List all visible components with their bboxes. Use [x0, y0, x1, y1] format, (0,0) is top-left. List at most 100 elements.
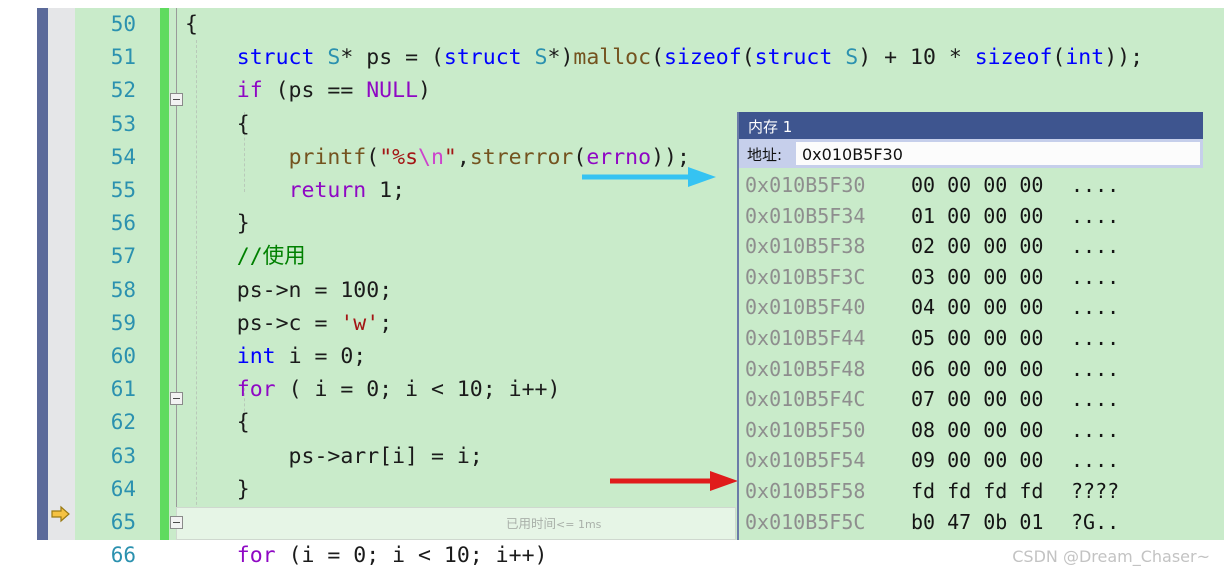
outlining-collapse-box-66[interactable]: [170, 516, 183, 529]
memory-row-hex: 03 00 00 00: [911, 264, 1044, 289]
memory-row[interactable]: 0x010B5F30 00 00 00 00....: [739, 170, 1203, 201]
memory-row-ascii: ....: [1071, 387, 1120, 412]
code-token: {: [185, 111, 250, 137]
code-token: ps->c =: [185, 310, 341, 336]
code-line[interactable]: 52 if (ps == NULL): [75, 74, 1224, 107]
code-token: (i = 0; i < 10; i++): [275, 543, 548, 569]
code-token: 'w': [340, 310, 380, 336]
line-number: 50: [110, 12, 136, 36]
memory-row[interactable]: 0x010B5F4C 07 00 00 00....: [739, 384, 1203, 415]
code-text[interactable]: //使用: [185, 240, 306, 273]
memory-row-ascii: ....: [1071, 356, 1120, 381]
memory-row[interactable]: 0x010B5F50 08 00 00 00....: [739, 415, 1203, 446]
code-text[interactable]: ps->arr[i] = i;: [185, 440, 483, 473]
memory-row[interactable]: 0x010B5F54 09 00 00 00....: [739, 445, 1203, 476]
code-token: return: [288, 178, 367, 203]
memory-row[interactable]: 0x010B5F44 05 00 00 00....: [739, 323, 1203, 354]
memory-row-ascii: ....: [1071, 448, 1120, 473]
memory-row-hex: 06 00 00 00: [911, 356, 1044, 381]
code-token: 100: [340, 277, 380, 303]
line-number: 55: [110, 178, 136, 202]
code-token: * ps = (: [340, 45, 444, 71]
memory-row[interactable]: 0x010B5F5C b0 47 0b 01 ?G..: [739, 507, 1203, 538]
code-text[interactable]: struct S* ps = (struct S*)malloc(sizeof(…: [185, 41, 1143, 74]
memory-row[interactable]: 0x010B5F3C 03 00 00 00....: [739, 262, 1203, 293]
code-token: (: [651, 45, 665, 71]
code-token: ": [443, 144, 457, 170]
line-number: 51: [110, 45, 136, 70]
memory-row-hex: 01 00 00 00: [911, 203, 1044, 228]
memory-row[interactable]: 0x010B5F40 04 00 00 00....: [739, 292, 1203, 323]
memory-row-hex: 05 00 00 00: [911, 325, 1044, 350]
code-line[interactable]: 50 {: [75, 8, 1224, 41]
code-token: malloc: [573, 45, 652, 71]
code-token: int: [1065, 45, 1105, 71]
line-number: 61: [110, 377, 136, 402]
memory-row-ascii: ....: [1071, 295, 1120, 320]
memory-window-title-bar[interactable]: 内存 1: [739, 112, 1203, 139]
code-text[interactable]: {: [185, 406, 250, 439]
memory-row-hex: 07 00 00 00: [911, 387, 1044, 412]
memory-address-bar[interactable]: 地址: 0x010B5F30: [739, 139, 1203, 168]
code-token: (: [741, 45, 755, 71]
code-text[interactable]: for (i = 0; i < 10; i++): [185, 539, 548, 572]
outlining-collapse-box-61[interactable]: [170, 392, 183, 405]
memory-row-ascii: ....: [1071, 264, 1120, 289]
memory-row-hex: 04 00 00 00: [911, 295, 1044, 320]
code-text[interactable]: if (ps == NULL): [185, 74, 431, 107]
line-number: 58: [110, 277, 136, 302]
memory-address-label: 地址:: [747, 146, 783, 164]
memory-row-ascii: ....: [1071, 173, 1120, 197]
code-text[interactable]: {: [185, 108, 250, 141]
code-text[interactable]: ps->c = 'w';: [185, 307, 392, 340]
watermark: CSDN @Dream_Chaser~: [1012, 547, 1210, 566]
memory-row-hex: b0 47 0b 01: [911, 509, 1044, 534]
line-number: 65: [110, 510, 136, 534]
line-number: 64: [110, 476, 136, 501]
editor-gutter[interactable]: [48, 8, 75, 540]
line-number: 57: [110, 244, 136, 269]
memory-row-hex: 00 00 00 00: [911, 173, 1044, 197]
memory-rows-container[interactable]: 0x010B5F30 00 00 00 00.... 0x010B5F34 01 00…: [739, 168, 1203, 540]
code-text[interactable]: int i = 0;: [185, 340, 366, 373]
elapsed-time-adornment: 已用时间<= 1ms: [506, 513, 601, 532]
elapsed-time-label: 已用时间: [506, 516, 557, 531]
memory-row-address: 0x010B5F44: [745, 325, 866, 350]
outlining-collapse-box-52[interactable]: [170, 93, 183, 106]
memory-row-hex: 09 00 00 00: [911, 448, 1044, 473]
code-token: for: [236, 377, 276, 403]
code-text[interactable]: {: [185, 8, 198, 41]
elapsed-time-value: <= 1ms: [556, 518, 602, 531]
memory-window[interactable]: 内存 1 地址: 0x010B5F30 0x010B5F30 00 00 00 0…: [737, 112, 1203, 540]
memory-address-input[interactable]: 0x010B5F30: [795, 141, 1201, 166]
code-token: *): [547, 45, 574, 71]
memory-row-address: 0x010B5F34: [745, 203, 866, 228]
code-token: ,: [456, 144, 470, 170]
code-text[interactable]: }: [185, 473, 250, 506]
code-token: NULL: [366, 78, 419, 104]
memory-row-ascii: ....: [1071, 417, 1120, 442]
memory-row[interactable]: 0x010B5F34 01 00 00 00....: [739, 201, 1203, 232]
memory-row-address: 0x010B5F38: [745, 234, 866, 259]
code-token: sizeof: [974, 45, 1053, 71]
code-text[interactable]: }: [185, 207, 250, 240]
code-text[interactable]: ps->n = 100;: [185, 274, 392, 307]
line-number: 62: [110, 410, 136, 435]
memory-row[interactable]: 0x010B5F58 fd fd fd fd????: [739, 476, 1203, 507]
line-number: 66: [110, 543, 136, 568]
line-number: 63: [110, 443, 136, 468]
memory-row[interactable]: 0x010B5F48 06 00 00 00....: [739, 354, 1203, 385]
code-line[interactable]: 51 struct S* ps = (struct S*)malloc(size…: [75, 41, 1224, 74]
code-text[interactable]: for ( i = 0; i < 10; i++): [185, 373, 561, 406]
memory-row-ascii: ....: [1071, 325, 1120, 350]
memory-row[interactable]: 0x010B5F38 02 00 00 00....: [739, 231, 1203, 262]
line-number: 54: [110, 144, 136, 169]
memory-row-address: 0x010B5F54: [745, 448, 866, 473]
memory-row-address: 0x010B5F48: [745, 356, 866, 381]
code-text[interactable]: return 1;: [185, 174, 406, 207]
memory-row-address: 0x010B5F4C: [745, 387, 866, 412]
